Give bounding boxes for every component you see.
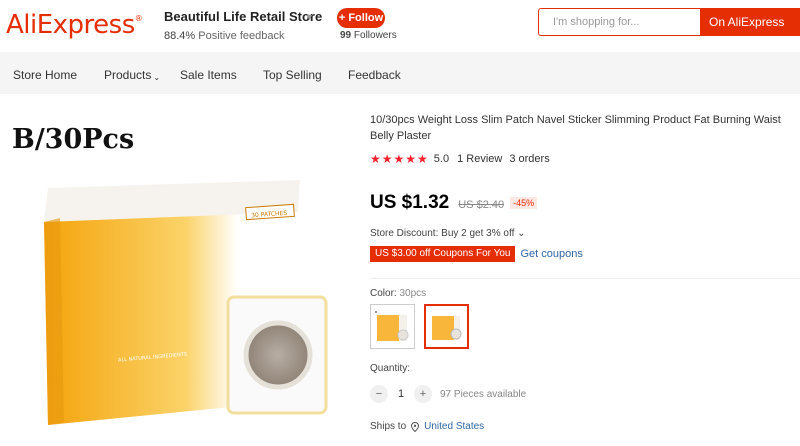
store-discount-label: Store Discount: Buy 2 get 3% off: [370, 228, 515, 239]
divider: [370, 278, 800, 279]
image-label: B/30Pcs: [12, 124, 134, 155]
top-bar: AliExpress® Beautiful Life Retail Store …: [0, 0, 800, 52]
color-value: 30pcs: [399, 288, 427, 299]
ships-to: Ships to United States: [370, 421, 484, 432]
store-name[interactable]: Beautiful Life Retail Store: [164, 9, 322, 24]
store-discount[interactable]: Store Discount: Buy 2 get 3% off ⌄: [370, 228, 526, 239]
nav-sale-items[interactable]: Sale Items: [180, 68, 237, 82]
available-stock: 97 Pieces available: [440, 388, 527, 400]
orders-count: 3 orders: [509, 153, 550, 165]
search-input[interactable]: I'm shopping for...: [538, 8, 700, 36]
color-swatch-2[interactable]: [424, 304, 469, 349]
swatch-thumbnail-1: [375, 311, 409, 341]
quantity-plus-button[interactable]: +: [414, 385, 432, 403]
get-coupons-link[interactable]: Get coupons: [520, 248, 582, 260]
store-feedback: 88.4% Positive feedback: [164, 30, 284, 42]
reviews-link[interactable]: 1 Review: [457, 153, 502, 165]
color-label: Color: 30pcs: [370, 288, 426, 299]
follow-button[interactable]: + Follow: [337, 8, 385, 28]
discount-badge: -45%: [510, 197, 538, 209]
rating-row: ★★★★★ 5.0 1 Review 3 orders: [370, 152, 550, 166]
chevron-down-icon: ⌄: [517, 228, 526, 239]
chevron-down-icon: ⌄: [153, 73, 161, 82]
nav-top-selling[interactable]: Top Selling: [263, 68, 322, 82]
store-nav: Store Home Products ⌄ Sale Items Top Sell…: [0, 52, 800, 94]
quantity-label: Quantity:: [370, 363, 411, 374]
color-label-text: Color:: [370, 288, 397, 299]
feedback-label: Positive feedback: [198, 30, 285, 42]
product-image-graphic: B/30Pcs 30 PATCHES ALL NATURAL INGREDIEN…: [12, 124, 328, 425]
chevron-down-icon[interactable]: ▼: [305, 12, 314, 22]
swatch-thumbnail-2: [432, 316, 462, 340]
feedback-percent: 88.4%: [164, 30, 196, 42]
color-swatch-1[interactable]: [370, 304, 415, 349]
followers-number: 99: [340, 30, 352, 41]
product-title: 10/30pcs Weight Loss Slim Patch Navel St…: [370, 114, 781, 142]
ships-to-country[interactable]: United States: [424, 421, 484, 432]
product-main-image[interactable]: B/30Pcs 30 PATCHES ALL NATURAL INGREDIEN…: [0, 100, 355, 441]
price-row: US $1.32 US $2.40 -45%: [370, 192, 538, 214]
quantity-input[interactable]: 1: [388, 388, 414, 400]
quantity-minus-button[interactable]: −: [370, 385, 388, 403]
quantity-stepper: − 1 + 97 Pieces available: [370, 385, 526, 403]
nav-feedback[interactable]: Feedback: [348, 68, 401, 82]
rating-value: 5.0: [433, 153, 450, 165]
original-price: US $2.40: [458, 199, 505, 211]
ships-to-label: Ships to: [370, 421, 407, 432]
search-button[interactable]: On AliExpress: [700, 8, 800, 36]
coupon-badge[interactable]: US $3.00 off Coupons For You: [370, 246, 516, 262]
nav-store-home[interactable]: Store Home: [13, 68, 77, 82]
aliexpress-logo[interactable]: AliExpress®: [6, 10, 143, 40]
nav-products[interactable]: Products ⌄: [104, 68, 160, 82]
followers-label: Followers: [353, 30, 397, 41]
nav-products-label: Products: [104, 68, 152, 82]
location-pin-icon: [411, 421, 420, 432]
coupon-row: US $3.00 off Coupons For You Get coupons: [370, 246, 583, 262]
star-rating-icon: ★★★★★: [370, 152, 429, 166]
followers-count: 99 Followers: [340, 30, 397, 41]
current-price: US $1.32: [370, 192, 450, 213]
